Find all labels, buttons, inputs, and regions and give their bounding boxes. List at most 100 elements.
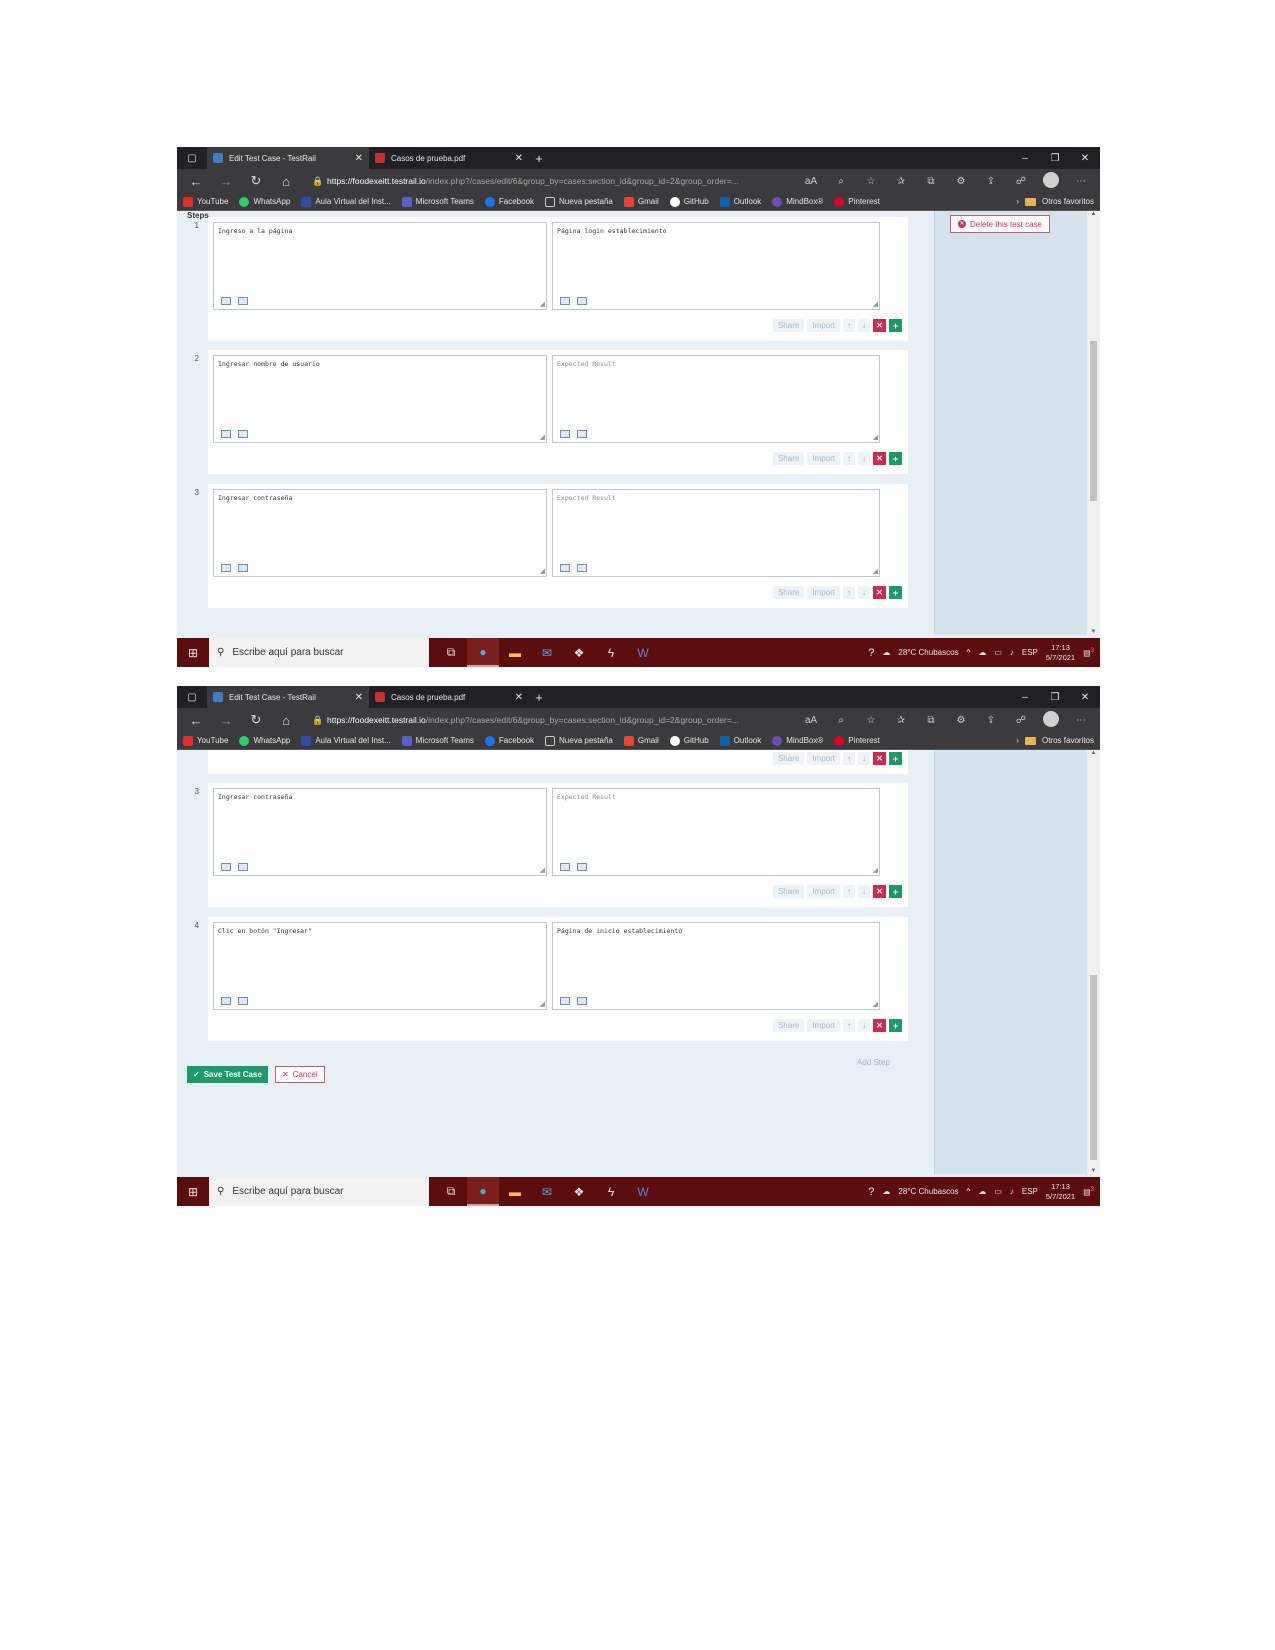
- close-tab-icon[interactable]: ✕: [355, 153, 363, 164]
- move-down-icon[interactable]: ↓: [858, 1019, 870, 1032]
- forward-icon[interactable]: →: [211, 713, 241, 728]
- more-menu-icon[interactable]: ⋯: [1066, 715, 1096, 726]
- language-indicator[interactable]: ESP: [1022, 1187, 1038, 1196]
- save-test-case-button[interactable]: ✓ Save Test Case: [187, 1066, 268, 1083]
- table-icon[interactable]: [577, 863, 587, 871]
- volume-icon[interactable]: ♪: [1010, 648, 1014, 657]
- favorite-star-icon[interactable]: ☆: [856, 715, 886, 726]
- image-icon[interactable]: [560, 863, 570, 871]
- restore-icon[interactable]: ❐: [1040, 153, 1070, 164]
- home-icon[interactable]: ⌂: [271, 174, 301, 189]
- volume-icon[interactable]: ♪: [1010, 1187, 1014, 1196]
- minimize-icon[interactable]: –: [1010, 692, 1040, 703]
- move-up-icon[interactable]: ↑: [843, 1019, 855, 1032]
- bookmark-facebook[interactable]: Facebook: [484, 196, 534, 207]
- import-button[interactable]: Import: [807, 586, 840, 599]
- favorites-icon[interactable]: ✰: [886, 176, 916, 187]
- image-icon[interactable]: [560, 297, 570, 305]
- step-content-field[interactable]: Clic en botón "Ingresar" ◢: [213, 922, 547, 1010]
- delete-step-icon[interactable]: ✕: [873, 586, 886, 599]
- bookmark-pinterest[interactable]: Pinterest: [834, 196, 880, 207]
- feedback-icon[interactable]: ☍: [1006, 715, 1036, 726]
- battery-icon[interactable]: ▭: [994, 648, 1002, 657]
- delete-test-case-button[interactable]: ✕ Delete this test case: [950, 215, 1050, 233]
- bolt-app-icon[interactable]: ϟ: [595, 1177, 627, 1206]
- clock[interactable]: 17:13 5/7/2021: [1046, 643, 1075, 663]
- import-button[interactable]: Import: [807, 319, 840, 332]
- move-down-icon[interactable]: ↓: [858, 452, 870, 465]
- scroll-up-icon[interactable]: ▲: [1087, 750, 1100, 756]
- other-favorites[interactable]: Otros favoritos: [1042, 197, 1094, 206]
- move-up-icon[interactable]: ↑: [843, 885, 855, 898]
- bookmark-microsoft-teams[interactable]: Microsoft Teams: [401, 196, 474, 207]
- restore-icon[interactable]: ❐: [1040, 692, 1070, 703]
- image-icon[interactable]: [221, 997, 231, 1005]
- home-icon[interactable]: ⌂: [271, 713, 301, 728]
- dropbox-icon[interactable]: ❖: [563, 638, 595, 667]
- scrollbar-thumb[interactable]: [1090, 975, 1097, 1160]
- bookmark-aula-virtual[interactable]: Aula Virtual del Inst...: [301, 735, 391, 746]
- bookmark-nueva-pestana[interactable]: Nueva pestaña: [545, 196, 613, 207]
- delete-step-icon[interactable]: ✕: [873, 319, 886, 332]
- close-tab-icon[interactable]: ✕: [515, 692, 523, 703]
- weather-text[interactable]: 28°C Chubascos: [898, 1187, 958, 1196]
- other-favorites[interactable]: Otros favoritos: [1042, 736, 1094, 745]
- import-button[interactable]: Import: [807, 885, 840, 898]
- move-up-icon[interactable]: ↑: [843, 752, 855, 765]
- delete-step-icon[interactable]: ✕: [873, 1019, 886, 1032]
- share-button[interactable]: Share: [772, 885, 805, 898]
- file-explorer-icon[interactable]: ▬: [499, 638, 531, 667]
- move-down-icon[interactable]: ↓: [858, 885, 870, 898]
- help-icon[interactable]: ?: [868, 1186, 874, 1198]
- vertical-scrollbar[interactable]: ▲ ▼: [1087, 211, 1100, 635]
- bookmark-aula-virtual[interactable]: Aula Virtual del Inst...: [301, 196, 391, 207]
- bookmark-pinterest[interactable]: Pinterest: [834, 735, 880, 746]
- bookmark-mindbox[interactable]: MindBox®: [772, 196, 823, 207]
- new-tab-icon[interactable]: +: [529, 151, 549, 166]
- bookmark-nueva-pestana[interactable]: Nueva pestaña: [545, 735, 613, 746]
- table-icon[interactable]: [577, 997, 587, 1005]
- delete-step-icon[interactable]: ✕: [873, 452, 886, 465]
- resize-grip-icon[interactable]: ◢: [540, 433, 545, 441]
- scrollbar-thumb[interactable]: [1090, 341, 1097, 501]
- windows-start-icon[interactable]: ⊞: [177, 1185, 209, 1199]
- onedrive-icon[interactable]: ☁: [978, 648, 986, 657]
- resize-grip-icon[interactable]: ◢: [873, 567, 878, 575]
- tab-actions-icon[interactable]: ▢: [177, 153, 207, 164]
- share-icon[interactable]: ⇪: [976, 176, 1006, 187]
- taskbar-search[interactable]: ⚲ Escribe aquí para buscar: [209, 1177, 429, 1206]
- extensions-icon[interactable]: ⚙: [946, 715, 976, 726]
- resize-grip-icon[interactable]: ◢: [873, 1000, 878, 1008]
- image-icon[interactable]: [221, 430, 231, 438]
- image-icon[interactable]: [221, 863, 231, 871]
- refresh-icon[interactable]: ↻: [241, 712, 271, 728]
- bookmark-youtube[interactable]: YouTube: [183, 735, 228, 746]
- scroll-down-icon[interactable]: ▼: [1087, 629, 1100, 635]
- add-step-icon[interactable]: +: [889, 752, 902, 765]
- share-icon[interactable]: ⇪: [976, 715, 1006, 726]
- feedback-icon[interactable]: ☍: [1006, 176, 1036, 187]
- bookmark-mindbox[interactable]: MindBox®: [772, 735, 823, 746]
- step-content-field[interactable]: Ingresar contraseña ◢: [213, 788, 547, 876]
- chevron-right-icon[interactable]: ›: [1016, 736, 1019, 745]
- image-icon[interactable]: [221, 564, 231, 572]
- step-expected-field[interactable]: Expected Result ◢: [552, 489, 880, 577]
- step-content-field[interactable]: Ingresar contraseña ◢: [213, 489, 547, 577]
- bookmark-microsoft-teams[interactable]: Microsoft Teams: [401, 735, 474, 746]
- extensions-icon[interactable]: ⚙: [946, 176, 976, 187]
- import-button[interactable]: Import: [807, 1019, 840, 1032]
- table-icon[interactable]: [238, 430, 248, 438]
- favorite-star-icon[interactable]: ☆: [856, 176, 886, 187]
- add-step-icon[interactable]: +: [889, 586, 902, 599]
- file-explorer-icon[interactable]: ▬: [499, 1177, 531, 1206]
- edge-icon[interactable]: ●: [467, 638, 499, 667]
- step-expected-field[interactable]: Página de inicio establecimiento ◢: [552, 922, 880, 1010]
- bookmark-github[interactable]: GitHub: [669, 196, 709, 207]
- zoom-icon[interactable]: ⌕: [826, 715, 856, 726]
- table-icon[interactable]: [238, 863, 248, 871]
- read-aloud-icon[interactable]: aA: [796, 715, 826, 726]
- image-icon[interactable]: [221, 297, 231, 305]
- more-menu-icon[interactable]: ⋯: [1066, 176, 1096, 187]
- back-icon[interactable]: ←: [181, 713, 211, 728]
- zoom-icon[interactable]: ⌕: [826, 176, 856, 187]
